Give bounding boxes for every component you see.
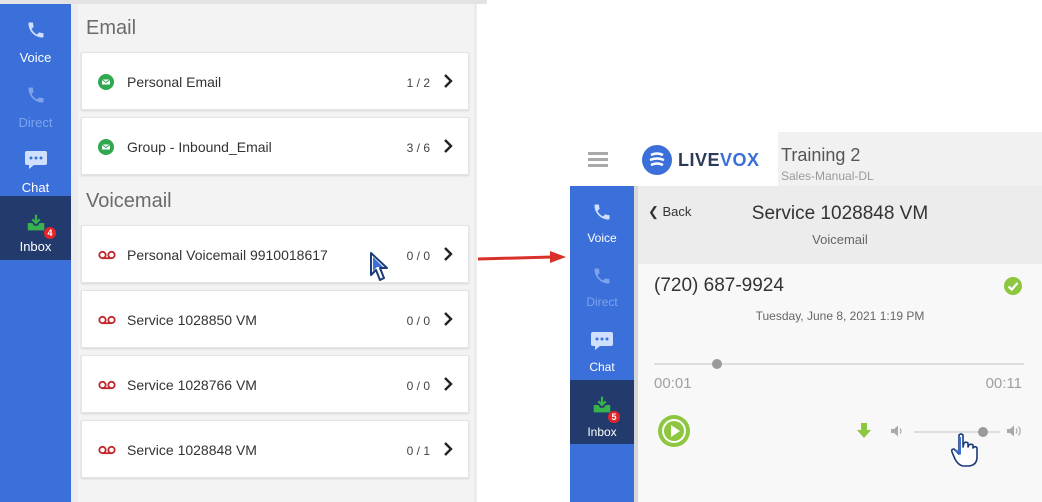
voicemail-item-name: Service 1028850 VM: [127, 312, 257, 328]
nav-inbox[interactable]: 4 Inbox: [0, 196, 71, 260]
voicemail-item-1028850[interactable]: Service 1028850 VM 0 / 0: [81, 290, 469, 348]
voicemail-icon: [98, 315, 116, 325]
chevron-right-icon: [444, 139, 453, 153]
phone-icon: [28, 87, 43, 103]
logo-vox: VOX: [720, 150, 760, 170]
chevron-right-icon: [444, 312, 453, 326]
chevron-right-icon: [444, 377, 453, 391]
volume-high-icon: [1007, 425, 1021, 437]
voicemail-item-count: 0 / 0: [406, 314, 430, 328]
play-button[interactable]: [658, 415, 690, 447]
inbox-panel: Voice Direct Chat 4 Inbox Email Personal…: [0, 0, 487, 502]
playback-knob[interactable]: [711, 359, 722, 369]
inbox-badge: 5: [608, 411, 620, 423]
nav-chat-label: Chat: [21, 180, 50, 195]
voicemail-title: Service 1028848 VM: [751, 203, 929, 224]
inbox-badge: 4: [44, 227, 56, 239]
download-icon[interactable]: [856, 422, 872, 440]
voicemail-item-personal[interactable]: Personal Voicemail 9910018617 0 / 0: [81, 225, 469, 283]
voicemail-item-name: Service 1028848 VM: [127, 442, 257, 458]
nav-sidebar: Voice Direct Chat 4 Inbox: [0, 4, 71, 502]
nav-sidebar: Voice Direct Chat 5 Inbox: [570, 186, 634, 502]
voicemail-date: Tuesday, June 8, 2021 1:19 PM: [755, 309, 925, 323]
nav-chat-label: Chat: [589, 360, 615, 374]
campaign-subtitle: Sales-Manual-DL: [781, 169, 874, 183]
nav-inbox-label: Inbox: [587, 425, 617, 439]
voicemail-icon: [98, 380, 116, 390]
total-time: 00:11: [985, 375, 1022, 392]
sidebar-gap: [71, 4, 78, 502]
check-circle-icon: [1004, 277, 1022, 295]
campaign-title: Training 2: [781, 145, 861, 165]
chevron-right-icon: [444, 74, 453, 88]
voicemail-icon: [98, 250, 116, 260]
voicemail-item-count: 0 / 0: [406, 249, 430, 263]
phone-icon: [594, 268, 610, 284]
phone-icon: [28, 22, 43, 38]
voicemail-section-title: Voicemail: [86, 190, 172, 212]
play-icon: [662, 419, 686, 443]
menu-icon[interactable]: [588, 152, 608, 167]
voicemail-item-name: Personal Voicemail 9910018617: [127, 247, 328, 263]
nav-inbox[interactable]: 5 Inbox: [570, 380, 634, 444]
chat-icon: [591, 332, 613, 350]
voicemail-detail-panel: LIVEVOX Training 2 Sales-Manual-DL Voice…: [570, 132, 1042, 502]
voicemail-item-name: Service 1028766 VM: [127, 377, 257, 393]
voicemail-item-count: 0 / 1: [406, 444, 430, 458]
email-item-count: 3 / 6: [406, 141, 430, 155]
volume-low-icon: [891, 425, 902, 437]
voicemail-item-count: 0 / 0: [406, 379, 430, 393]
nav-direct[interactable]: Direct: [570, 258, 634, 322]
nav-voice[interactable]: Voice: [570, 194, 634, 258]
voicemail-item-1028848[interactable]: Service 1028848 VM 0 / 1: [81, 420, 469, 478]
nav-direct[interactable]: Direct: [0, 79, 71, 141]
chevron-right-icon: [444, 247, 453, 261]
livevox-logo-text: LIVEVOX: [678, 150, 760, 171]
app-header: LIVEVOX Training 2 Sales-Manual-DL: [570, 132, 1042, 186]
email-icon: [98, 74, 114, 90]
email-item-personal[interactable]: Personal Email 1 / 2: [81, 52, 469, 110]
email-item-name: Personal Email: [127, 74, 222, 90]
campaign-info: Training 2 Sales-Manual-DL: [778, 132, 1042, 186]
nav-voice-label: Voice: [19, 50, 52, 65]
voicemail-icon: [98, 445, 116, 455]
email-icon: [98, 139, 114, 155]
playback-slider[interactable]: [654, 359, 1024, 369]
voicemail-header: ❮ Back Service 1028848 VM Voicemail: [638, 186, 1042, 264]
voicemail-player: (720) 687-9924 Tuesday, June 8, 2021 1:1…: [638, 264, 1042, 502]
nav-inbox-label: Inbox: [19, 239, 52, 254]
nav-chat[interactable]: Chat: [570, 322, 634, 386]
nav-direct-label: Direct: [586, 295, 618, 309]
nav-voice[interactable]: Voice: [0, 14, 71, 76]
nav-direct-label: Direct: [18, 115, 53, 130]
chat-icon: [24, 151, 47, 169]
email-section-title: Email: [86, 17, 137, 39]
nav-voice-label: Voice: [587, 231, 617, 245]
voicemail-subtitle: Voicemail: [812, 232, 868, 247]
livevox-logo-icon: [642, 145, 672, 175]
mouse-pointer-icon: [370, 252, 388, 281]
caller-phone: (720) 687-9924: [654, 275, 784, 296]
voicemail-item-1028766[interactable]: Service 1028766 VM 0 / 0: [81, 355, 469, 413]
hand-cursor-icon: [950, 433, 978, 467]
current-time: 00:01: [654, 375, 692, 392]
logo-live: LIVE: [678, 150, 721, 170]
email-item-group[interactable]: Group - Inbound_Email 3 / 6: [81, 117, 469, 175]
transition-arrow-icon: [477, 251, 566, 263]
volume-knob[interactable]: [977, 427, 988, 437]
email-item-name: Group - Inbound_Email: [127, 139, 272, 155]
email-item-count: 1 / 2: [406, 76, 430, 90]
phone-icon: [594, 204, 610, 220]
logo-stripes-icon: [649, 152, 665, 167]
chevron-right-icon: [444, 442, 453, 456]
